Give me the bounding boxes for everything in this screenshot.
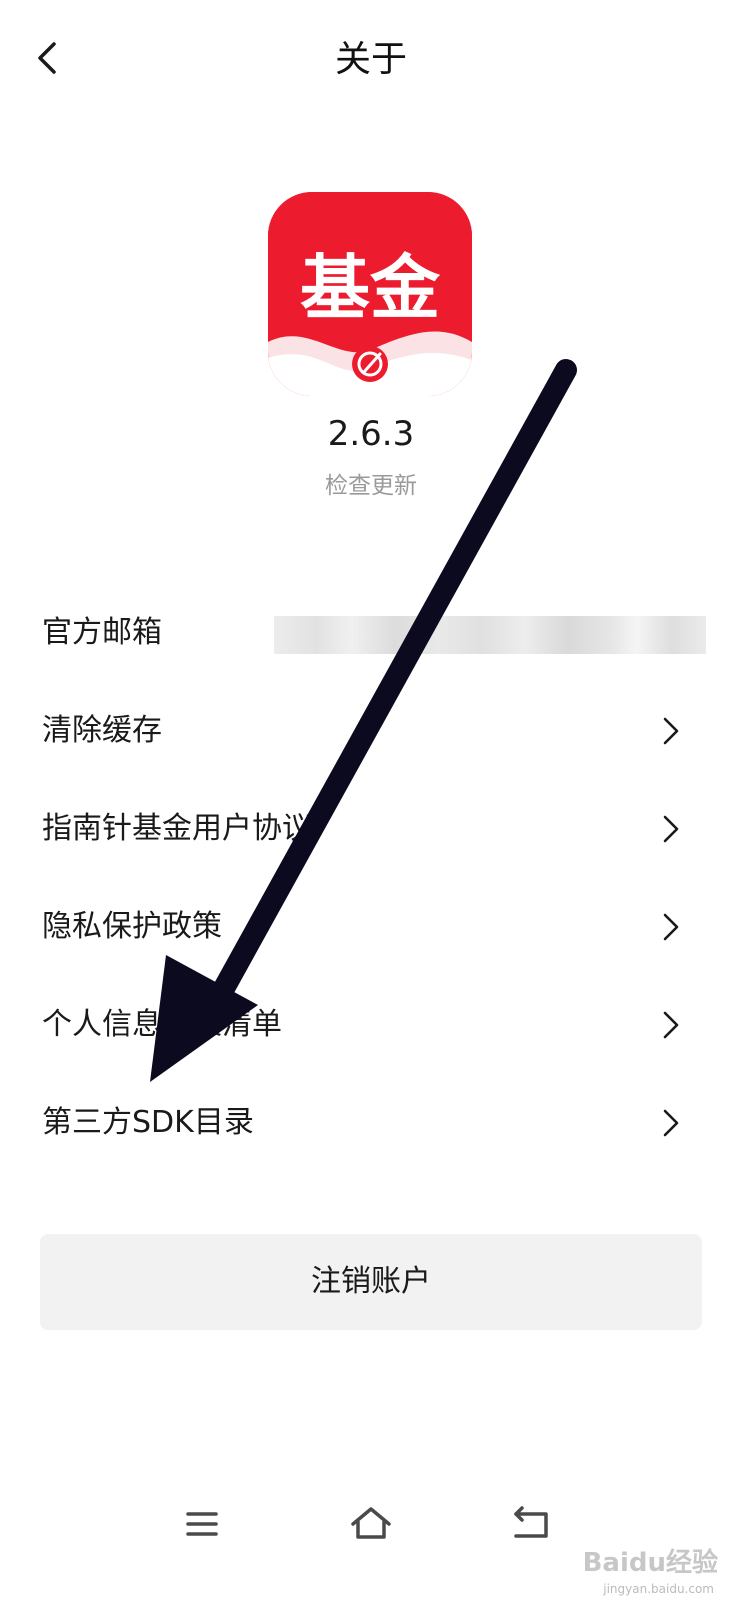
list-item-personal-info-list[interactable]: 个人信息收集清单 (0, 976, 742, 1074)
deregister-account-button[interactable]: 注销账户 (40, 1234, 702, 1330)
nav-menu-button[interactable] (176, 1500, 228, 1548)
chevron-right-icon (663, 1109, 679, 1137)
watermark-logo: Baidu经验 (582, 1548, 718, 1578)
list-item-clear-cache[interactable]: 清除缓存 (0, 682, 742, 780)
header: 关于 (0, 0, 742, 120)
compass-emblem-icon (352, 346, 388, 382)
watermark-url: jingyan.baidu.com (603, 1582, 714, 1596)
home-icon (351, 1507, 391, 1539)
app-version: 2.6.3 (327, 414, 415, 454)
chevron-right-icon (663, 1011, 679, 1039)
list-item-user-agreement[interactable]: 指南针基金用户协议 (0, 780, 742, 878)
menu-icon (186, 1512, 218, 1536)
list-item-label: 官方邮箱 (42, 615, 162, 650)
chevron-right-icon (663, 815, 679, 843)
list-item-label: 隐私保护政策 (42, 909, 222, 944)
email-value-redacted (274, 616, 706, 654)
chevron-right-icon (663, 717, 679, 745)
about-page: 关于 基金 2.6.3 检查更新 官方邮箱 清除缓存 指南针基金用户协议 隐私保… (0, 0, 742, 1600)
list-item-label: 清除缓存 (42, 713, 162, 748)
nav-home-button[interactable] (345, 1500, 397, 1548)
page-title: 关于 (334, 39, 407, 80)
list-item-third-party-sdk[interactable]: 第三方SDK目录 (0, 1074, 742, 1172)
list-item-privacy-policy[interactable]: 隐私保护政策 (0, 878, 742, 976)
chevron-right-icon (663, 913, 679, 941)
list-item-label: 第三方SDK目录 (42, 1105, 254, 1140)
nav-back-button[interactable] (506, 1500, 558, 1548)
check-update-link[interactable]: 检查更新 (0, 470, 742, 502)
list-item-label: 指南针基金用户协议 (42, 811, 312, 846)
list-item-label: 个人信息收集清单 (42, 1007, 282, 1042)
app-logo-text: 基金 (300, 247, 441, 329)
back-icon (514, 1506, 548, 1538)
settings-list: 官方邮箱 清除缓存 指南针基金用户协议 隐私保护政策 个人信息收集清单 第三方S… (0, 584, 742, 1172)
list-item-official-email: 官方邮箱 (0, 584, 742, 682)
app-logo: 基金 (268, 192, 472, 396)
